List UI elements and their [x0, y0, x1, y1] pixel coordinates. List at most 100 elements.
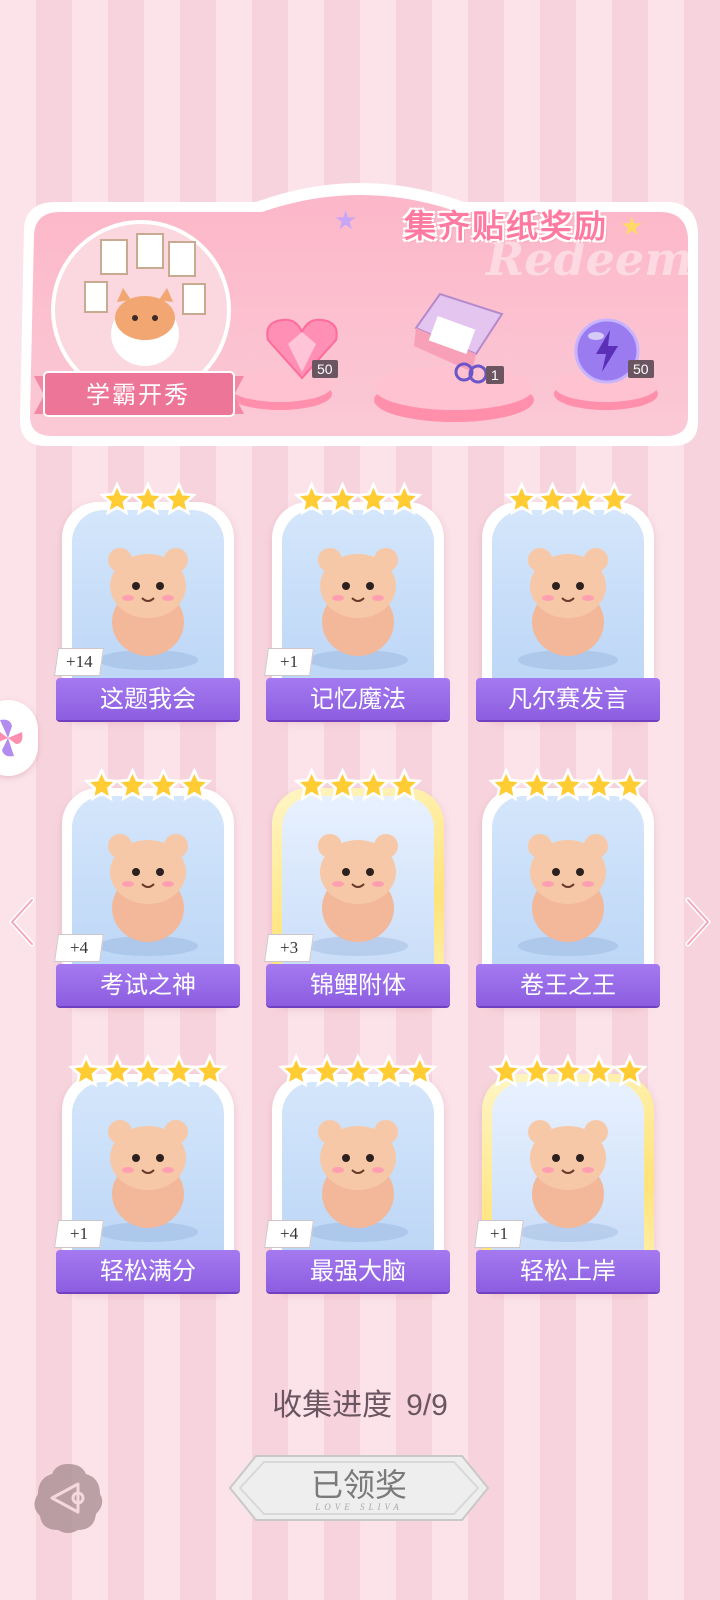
star-icon [611, 1053, 648, 1088]
star-icon [488, 767, 525, 802]
reward-banner: Redeem 集齐贴纸奖励 ★ ★ 学霸开秀 50 1 50 [16, 172, 704, 454]
star-icon [130, 1053, 166, 1088]
star-icon [130, 481, 166, 516]
star-icon [324, 767, 361, 802]
star-icon [581, 1053, 617, 1088]
star-icon [611, 767, 648, 802]
back-arrow-icon [34, 1464, 103, 1533]
star-icon [581, 767, 617, 802]
card-art [492, 510, 644, 686]
card-name: 锦鲤附体 [266, 964, 450, 1006]
star-icon [386, 767, 423, 802]
reward-count: 1 [486, 366, 504, 384]
star-icon [293, 767, 330, 802]
sticker-card[interactable]: 凡尔赛发言 [476, 480, 660, 720]
star-deco-icon: ★ [620, 212, 644, 242]
prev-arrow-icon[interactable] [6, 896, 38, 948]
star-icon [340, 1053, 376, 1088]
card-name: 这题我会 [56, 678, 240, 720]
rating-stars [99, 481, 197, 516]
sticker-card[interactable]: +1 轻松上岸 [474, 1052, 660, 1292]
reward-gift-box[interactable]: 1 [406, 288, 516, 388]
card-name: 凡尔赛发言 [476, 678, 660, 720]
reward-count: 50 [628, 360, 654, 378]
card-name: 轻松满分 [56, 1250, 240, 1292]
card-name: 最强大脑 [266, 1250, 450, 1292]
star-icon [83, 767, 120, 802]
card-count-text: +1 [489, 1224, 509, 1243]
sticker-card[interactable]: +1 轻松满分 [54, 1052, 240, 1292]
card-count-text: +3 [279, 938, 299, 957]
card-name: 卷王之王 [476, 964, 660, 1006]
rating-stars [503, 481, 633, 516]
card-count-text: +1 [279, 652, 299, 671]
sticker-card[interactable]: 卷王之王 [476, 766, 660, 1006]
side-menu-tab[interactable] [0, 700, 38, 776]
card-count-text: +14 [65, 652, 93, 671]
star-deco-icon: ★ [334, 206, 358, 236]
progress-value: 9/9 [406, 1389, 448, 1422]
card-count: +1 [474, 1220, 524, 1248]
card-count-text: +4 [69, 938, 89, 957]
star-icon [488, 1053, 525, 1088]
star-icon [68, 1053, 105, 1088]
star-icon [161, 481, 197, 516]
star-icon [565, 481, 602, 516]
banner-title: 集齐贴纸奖励 [403, 207, 608, 245]
claimed-button[interactable]: 已领奖 LOVE SLIVA [226, 1452, 492, 1524]
card-name: 记忆魔法 [266, 678, 450, 720]
star-icon [503, 481, 540, 516]
rating-stars [68, 1053, 228, 1088]
card-count: +1 [264, 648, 314, 676]
card-count: +4 [264, 1220, 314, 1248]
star-icon [324, 481, 361, 516]
collection-progress: 收集进度 9/9 [0, 1380, 720, 1424]
event-label: 学霸开秀 [86, 381, 190, 409]
sticker-card[interactable]: +4 考试之神 [54, 766, 240, 1006]
star-icon [550, 1053, 586, 1088]
star-icon [191, 1053, 228, 1088]
card-art [492, 796, 644, 972]
card-count: +3 [264, 934, 314, 962]
star-icon [355, 481, 392, 516]
next-arrow-icon[interactable] [682, 896, 714, 948]
star-icon [371, 1053, 407, 1088]
card-count-text: +1 [69, 1224, 89, 1243]
star-icon [176, 767, 213, 802]
star-icon [145, 767, 182, 802]
claimed-button-sub: LOVE SLIVA [315, 1502, 403, 1512]
star-icon [309, 1053, 345, 1088]
star-icon [99, 1053, 135, 1088]
card-count: +14 [54, 648, 104, 676]
card-count: +1 [54, 1220, 104, 1248]
claimed-button-label: 已领奖 [310, 1466, 407, 1504]
sticker-card[interactable]: +14 这题我会 [54, 480, 240, 720]
back-button[interactable] [30, 1460, 106, 1536]
star-icon [534, 481, 571, 516]
sticker-card[interactable]: +1 记忆魔法 [264, 480, 450, 720]
star-icon [99, 481, 135, 516]
star-icon [278, 1053, 315, 1088]
rating-stars [293, 767, 423, 802]
sticker-card[interactable]: +3 锦鲤附体 [264, 766, 450, 1006]
sticker-card[interactable]: +4 最强大脑 [264, 1052, 450, 1292]
star-icon [596, 481, 633, 516]
progress-label: 收集进度 [272, 1388, 393, 1423]
card-count-text: +4 [279, 1224, 299, 1243]
card-count: +4 [54, 934, 104, 962]
lion-microphone-icon [518, 548, 618, 670]
rating-stars [83, 767, 213, 802]
rating-stars [293, 481, 423, 516]
card-name: 考试之神 [56, 964, 240, 1006]
reward-energy-orb[interactable]: 50 [572, 316, 672, 396]
star-icon [519, 1053, 555, 1088]
star-icon [550, 767, 586, 802]
card-name: 轻松上岸 [476, 1250, 660, 1292]
star-icon [519, 767, 555, 802]
star-icon [355, 767, 392, 802]
rating-stars [488, 1053, 648, 1088]
reward-diamond[interactable]: 50 [250, 312, 350, 392]
cat-studying-icon [518, 834, 618, 956]
pinwheel-icon [0, 719, 23, 757]
rating-stars [278, 1053, 438, 1088]
